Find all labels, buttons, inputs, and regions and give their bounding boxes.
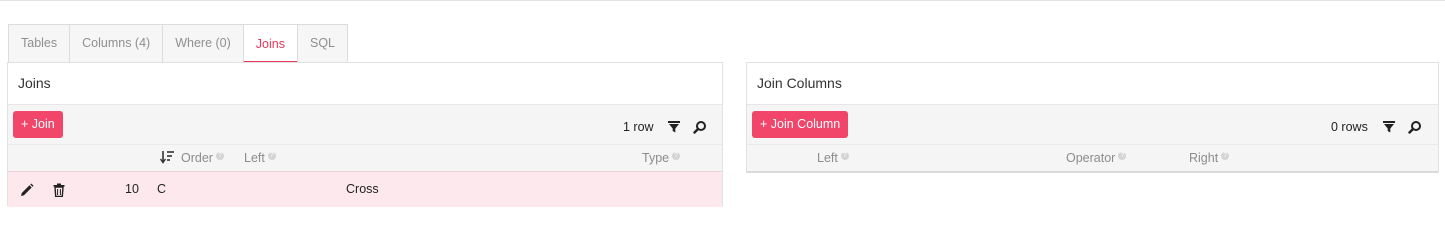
add-join-button[interactable]: + Join — [13, 111, 63, 138]
tab-tables[interactable]: Tables — [8, 24, 70, 63]
help-icon[interactable]: ? — [1221, 152, 1230, 160]
column-header-left-label: Left — [817, 151, 838, 165]
tab-sql[interactable]: SQL — [296, 24, 348, 63]
joins-row-count: 1 row — [623, 120, 654, 134]
column-header-order[interactable]: Order? — [181, 151, 224, 165]
tab-joins[interactable]: Joins — [242, 24, 297, 63]
top-divider — [0, 0, 1445, 1]
sort-descending-icon[interactable] — [159, 150, 176, 167]
cell-left: C — [157, 182, 167, 196]
search-icon[interactable] — [1408, 120, 1422, 134]
column-header-left[interactable]: Left? — [817, 151, 849, 165]
joins-panel-title: Joins — [18, 75, 51, 91]
add-join-column-button[interactable]: + Join Column — [752, 111, 849, 138]
cell-order: 10 — [125, 182, 139, 196]
cell-type: Cross — [346, 182, 379, 196]
column-header-type[interactable]: Type? — [642, 151, 681, 165]
column-header-operator[interactable]: Operator? — [1066, 151, 1127, 165]
trash-icon[interactable] — [52, 183, 66, 197]
table-row[interactable]: 10 C Cross — [8, 171, 722, 207]
join-columns-table-header: Left? Operator? Right? — [747, 144, 1438, 173]
filter-icon[interactable] — [667, 120, 681, 134]
joins-table-header: Order? Left? Type? — [8, 144, 722, 172]
help-icon[interactable]: ? — [1118, 152, 1127, 160]
column-header-right[interactable]: Right? — [1189, 151, 1230, 165]
join-columns-panel: Join Columns + Join Column 0 rows Left? … — [746, 62, 1439, 173]
edit-pencil-icon[interactable] — [20, 183, 34, 197]
help-icon[interactable]: ? — [672, 152, 681, 160]
column-header-order-label: Order — [181, 151, 213, 165]
column-header-left[interactable]: Left? — [244, 151, 276, 165]
column-header-operator-label: Operator — [1066, 151, 1116, 165]
column-header-left-label: Left — [244, 151, 265, 165]
tab-bar: Tables Columns (4) Where (0) Joins SQL — [8, 24, 348, 63]
join-columns-toolbar: + Join Column 0 rows — [747, 104, 1438, 145]
help-icon[interactable]: ? — [840, 152, 849, 160]
join-columns-panel-title: Join Columns — [757, 75, 842, 91]
column-header-type-label: Type — [642, 151, 670, 165]
join-columns-row-count: 0 rows — [1331, 120, 1368, 134]
column-header-right-label: Right — [1189, 151, 1219, 165]
search-icon[interactable] — [693, 120, 707, 134]
filter-icon[interactable] — [1382, 120, 1396, 134]
help-icon[interactable]: ? — [267, 152, 276, 160]
tab-where[interactable]: Where (0) — [162, 24, 243, 63]
help-icon[interactable]: ? — [215, 152, 224, 160]
tab-columns[interactable]: Columns (4) — [69, 24, 163, 63]
joins-panel: Joins + Join 1 row Order? Left? Type? 10… — [7, 62, 723, 207]
joins-toolbar: + Join 1 row — [8, 104, 722, 145]
